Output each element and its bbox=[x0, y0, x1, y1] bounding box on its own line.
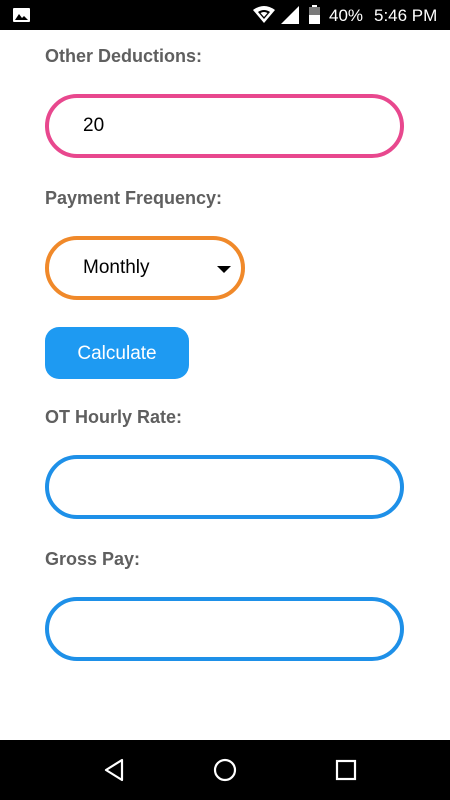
payment-frequency-select[interactable]: Monthly bbox=[45, 236, 245, 300]
payment-frequency-label: Payment Frequency: bbox=[45, 188, 223, 208]
gross-pay-label: Gross Pay: bbox=[45, 549, 141, 569]
ot-hourly-rate-label: OT Hourly Rate: bbox=[45, 407, 183, 427]
status-clock: 5:46 PM bbox=[374, 6, 438, 25]
chevron-down-icon bbox=[217, 266, 231, 273]
gross-pay-field[interactable] bbox=[45, 597, 404, 661]
battery-icon bbox=[309, 5, 320, 24]
status-bar: 40% 5:46 PM bbox=[0, 0, 450, 30]
battery-percent: 40% bbox=[329, 6, 364, 25]
other-deductions-input[interactable]: 20 bbox=[45, 94, 404, 158]
payment-frequency-value: Monthly bbox=[83, 257, 150, 278]
other-deductions-value: 20 bbox=[83, 115, 105, 136]
cell-signal-icon bbox=[281, 6, 299, 24]
wifi-icon bbox=[253, 6, 275, 23]
calculate-button[interactable]: Calculate bbox=[45, 327, 189, 379]
home-circle-icon[interactable] bbox=[213, 758, 237, 782]
back-triangle-icon[interactable] bbox=[103, 758, 127, 782]
ot-hourly-rate-field[interactable] bbox=[45, 455, 404, 519]
other-deductions-label: Other Deductions: bbox=[45, 46, 203, 66]
recents-square-icon[interactable] bbox=[334, 758, 358, 782]
image-gallery-icon bbox=[13, 8, 30, 22]
navigation-bar bbox=[0, 740, 450, 800]
